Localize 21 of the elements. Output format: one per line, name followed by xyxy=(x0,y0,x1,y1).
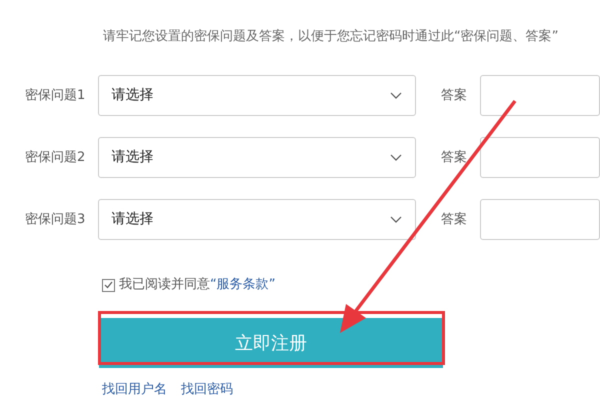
field-label: 答案 xyxy=(440,86,468,105)
answer-input[interactable] xyxy=(480,137,600,178)
question-select[interactable]: 请选择 xyxy=(98,137,416,178)
field-label: 密保问题1 xyxy=(24,86,86,105)
text-link[interactable]: 找回用户名 xyxy=(102,380,167,400)
chevron-down-icon xyxy=(390,216,402,223)
answer-input[interactable] xyxy=(480,75,600,116)
notice-text: 请牢记您设置的密保问题及答案，以便于您忘记密码时通过此“密保问题、答案” xyxy=(103,29,558,44)
field-label: 密保问题3 xyxy=(24,210,86,229)
question-select[interactable]: 请选择 xyxy=(98,75,416,116)
field-label: 答案 xyxy=(440,148,468,167)
question-select[interactable]: 请选择 xyxy=(98,199,416,240)
agreement-text: 我已阅读并同意 xyxy=(119,276,210,294)
field-label: 答案 xyxy=(440,210,468,229)
answer-input[interactable] xyxy=(480,199,600,240)
chevron-down-icon xyxy=(390,92,402,99)
chevron-down-icon xyxy=(390,154,402,161)
field-label: 密保问题2 xyxy=(24,148,86,167)
checkbox[interactable] xyxy=(102,278,115,292)
terms-link[interactable]: “服务条款” xyxy=(210,275,276,295)
text-link[interactable]: 找回密码 xyxy=(181,380,233,400)
